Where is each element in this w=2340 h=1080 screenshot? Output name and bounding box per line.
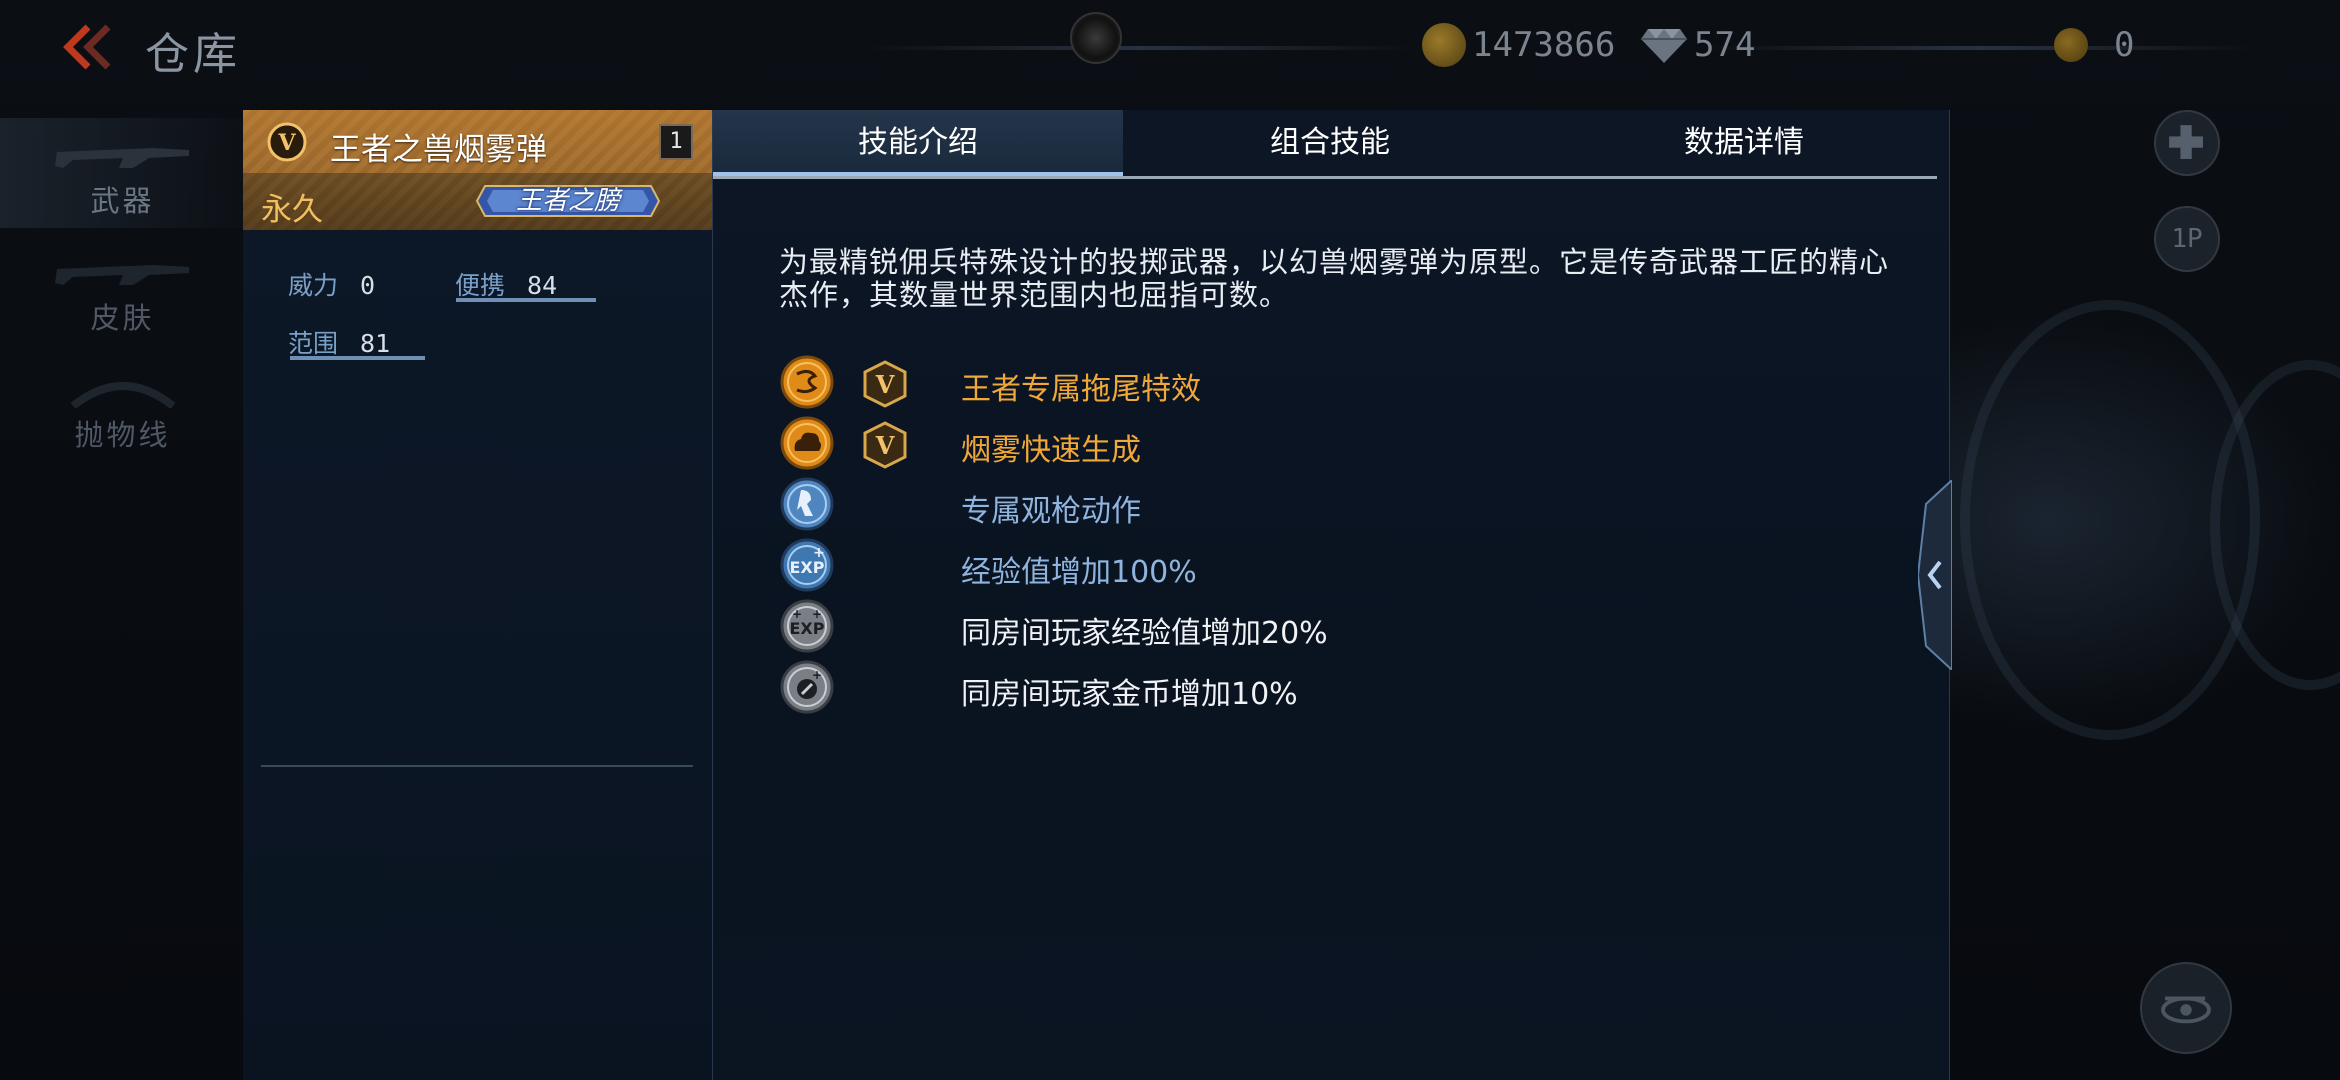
dpad-icon: [2169, 125, 2203, 159]
portability-bar: [456, 298, 596, 302]
gun-inspect-icon: [780, 477, 834, 531]
skill-row: V 烟雾快速生成: [779, 415, 1879, 471]
skill-row: EXP + 经验值增加100%: [779, 537, 1879, 593]
skill-row: + 同房间玩家金币增加10%: [779, 659, 1879, 715]
badge-label: 王者之膀: [515, 186, 620, 216]
rifle-icon: [54, 265, 189, 285]
skill-text: 烟雾快速生成: [961, 433, 1141, 468]
svg-text:+: +: [812, 607, 822, 621]
first-person-button[interactable]: 1P: [2154, 206, 2220, 272]
item-panel: V 王者之兽烟雾弹 1 永久 王者之膀 威力 0 便携 84 范围 81: [243, 110, 713, 1080]
king-v-icon: V: [267, 122, 307, 162]
svg-text:+: +: [813, 545, 825, 561]
top-divider-line: [1700, 46, 2260, 50]
tab-underline: [713, 176, 1937, 179]
sidebar-item-skins[interactable]: 皮肤: [0, 235, 245, 345]
svg-text:+: +: [792, 607, 802, 621]
item-description: 为最精锐佣兵特殊设计的投掷武器，以幻兽烟雾弹为原型。它是传奇武器工匠的精心杰作，…: [779, 245, 1890, 312]
stat-label: 威力: [288, 271, 339, 300]
gold-icon: [2054, 28, 2088, 62]
trajectory-icon: [70, 382, 175, 408]
skill-text: 专属观枪动作: [961, 494, 1141, 529]
skill-row: V 王者专属拖尾特效: [779, 354, 1879, 410]
item-duration: 永久: [261, 192, 323, 228]
skill-text: 同房间玩家金币增加10%: [961, 677, 1298, 712]
tab-data-details[interactable]: 数据详情: [1537, 110, 1951, 176]
king-series-badge: 王者之膀: [473, 178, 663, 224]
item-name: 王者之兽烟雾弹: [330, 132, 547, 168]
coin-icon: [1422, 23, 1466, 67]
trail-icon: [780, 355, 834, 409]
stat-value: 84: [527, 271, 558, 300]
center-orb-icon: [1070, 12, 1122, 64]
sidebar-item-weapons[interactable]: 武器: [0, 118, 245, 228]
diamond-currency: 574: [1640, 22, 1755, 68]
coin-amount: 1473866: [1472, 25, 1616, 65]
stat-portability: 便携 84: [455, 266, 557, 302]
skill-row: 专属观枪动作: [779, 476, 1879, 532]
tab-skill-intro[interactable]: 技能介绍: [713, 110, 1123, 176]
skill-row: EXP + + 同房间玩家经验值增加20%: [779, 598, 1879, 654]
eye-gun-icon: [2161, 996, 2211, 1024]
top-bar: 仓库 1473866 574 0: [0, 0, 2340, 95]
exp-icon: EXP +: [780, 538, 834, 592]
rifle-icon: [54, 148, 189, 168]
diamond-icon: [1641, 29, 1687, 63]
stat-value: 0: [360, 271, 376, 300]
back-button[interactable]: [58, 22, 118, 72]
diamond-amount: 574: [1694, 25, 1756, 65]
item-count: 1: [659, 124, 693, 160]
sidebar-item-trajectory[interactable]: 抛物线: [0, 352, 245, 462]
svg-text:+: +: [812, 668, 822, 682]
detail-panel: 技能介绍 组合技能 数据详情 为最精锐佣兵特殊设计的投掷武器，以幻兽烟雾弹为原型…: [712, 110, 1950, 1080]
svg-text:EXP: EXP: [790, 619, 825, 638]
stat-value: 81: [360, 329, 391, 358]
svg-text:V: V: [277, 130, 296, 156]
gold-currency: 0: [2054, 22, 2134, 68]
sidebar-item-label: 皮肤: [90, 301, 155, 335]
page-title: 仓库: [145, 29, 241, 80]
gamepad-button[interactable]: [2154, 110, 2220, 176]
gold-amount: 0: [2114, 25, 2135, 65]
top-divider-line: [860, 46, 1420, 50]
range-bar: [290, 356, 425, 360]
collapse-panel-button[interactable]: [1916, 477, 1953, 673]
coin-currency: 1473866: [1422, 22, 1615, 68]
skill-text: 同房间玩家经验值增加20%: [961, 616, 1328, 651]
sidebar-item-label: 抛物线: [74, 418, 171, 452]
smoke-icon: [780, 416, 834, 470]
room-exp-icon: EXP + +: [780, 599, 834, 653]
stat-power: 威力 0: [288, 266, 375, 302]
svg-text:V: V: [875, 431, 895, 460]
first-person-label: 1P: [2171, 224, 2203, 254]
tab-combo-skills[interactable]: 组合技能: [1123, 110, 1537, 176]
skill-text: 经验值增加100%: [961, 555, 1197, 590]
room-coin-icon: +: [780, 660, 834, 714]
stat-label: 便携: [455, 271, 506, 300]
panel-divider: [261, 765, 693, 767]
king-v-icon: V: [863, 421, 907, 469]
stat-label: 范围: [288, 329, 339, 358]
sidebar-item-label: 武器: [90, 184, 155, 218]
item-header: V 王者之兽烟雾弹 1 永久 王者之膀: [243, 110, 713, 230]
skill-text: 王者专属拖尾特效: [961, 372, 1201, 407]
inspect-weapon-button[interactable]: [2140, 962, 2232, 1054]
stat-range: 范围 81: [288, 324, 390, 360]
svg-text:V: V: [875, 370, 895, 399]
chevron-left-icon: [1916, 477, 1953, 673]
king-v-icon: V: [863, 360, 907, 408]
double-chevron-left-icon: [63, 24, 111, 70]
